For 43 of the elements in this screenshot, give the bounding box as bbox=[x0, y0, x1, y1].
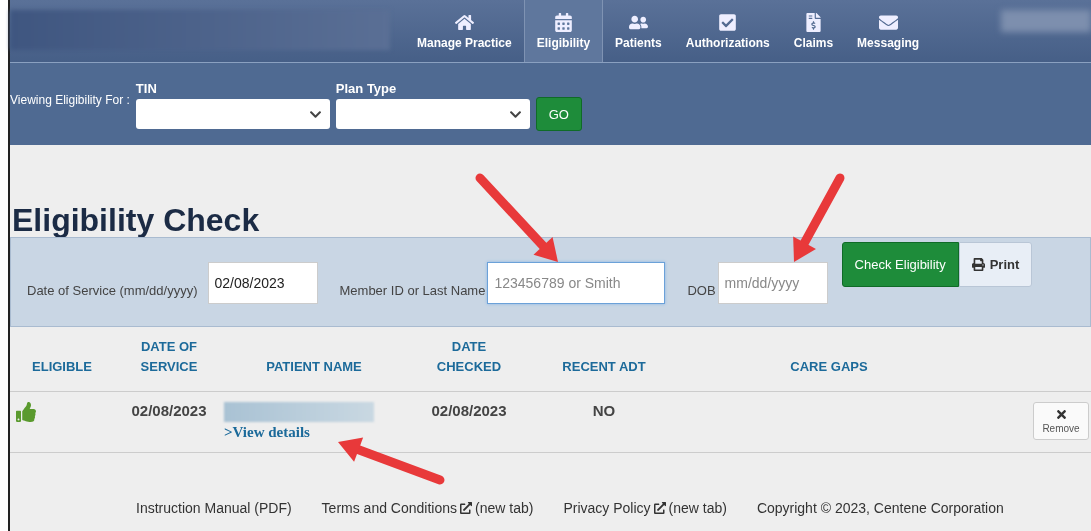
copyright-text: Copyright © 2023, Centene Corporation bbox=[756, 500, 1004, 516]
table-cell-text: 02/08/2023 bbox=[130, 402, 208, 419]
print-button[interactable]: Print bbox=[958, 242, 1033, 287]
column-header: DATE CHECKED bbox=[435, 338, 503, 376]
footer-link[interactable]: Terms and Conditions (new tab) bbox=[321, 500, 534, 516]
column-header: DATE OF SERVICE bbox=[139, 338, 199, 376]
envelope-icon bbox=[878, 12, 898, 32]
member-field[interactable]: 123456789 or Smith bbox=[487, 262, 666, 304]
table-cell-text: 02/08/2023 bbox=[430, 402, 508, 419]
footer-link[interactable]: Instruction Manual (PDF) bbox=[136, 500, 292, 516]
field-label: Member ID or Last Name bbox=[339, 283, 486, 298]
checkbox-icon bbox=[718, 12, 738, 32]
field-label: Date of Service (mm/dd/yyyy) bbox=[27, 283, 198, 298]
column-header: PATIENT NAME bbox=[265, 358, 363, 376]
footer-link[interactable]: Privacy Policy (new tab) bbox=[563, 500, 727, 516]
date-field[interactable]: 02/08/2023 bbox=[207, 262, 318, 304]
field-label: Plan Type bbox=[335, 81, 398, 96]
nav-item[interactable]: Authorizations bbox=[673, 0, 782, 62]
table-cell-text: NO bbox=[591, 402, 617, 419]
go-button[interactable]: GO bbox=[535, 97, 582, 131]
nav-item[interactable]: Messaging bbox=[845, 0, 932, 62]
check-eligibility-button[interactable]: Check Eligibility bbox=[841, 242, 959, 287]
column-header: CARE GAPS bbox=[789, 358, 869, 376]
nav-item[interactable]: Claims bbox=[781, 0, 846, 62]
home-icon bbox=[454, 12, 474, 32]
column-header: ELIGIBLE bbox=[31, 358, 93, 376]
filter-label: Viewing Eligibility For : bbox=[10, 93, 130, 107]
field-label: DOB bbox=[687, 283, 716, 298]
column-header: RECENT ADT bbox=[561, 358, 647, 376]
nav-item[interactable]: Eligibility bbox=[523, 0, 604, 62]
remove-button[interactable]: Remove bbox=[1033, 402, 1089, 440]
dropdown-field[interactable] bbox=[335, 99, 530, 129]
close-icon bbox=[1054, 408, 1068, 421]
nav-item[interactable]: Manage Practice bbox=[405, 0, 524, 62]
dob-field[interactable]: mm/dd/yyyy bbox=[717, 262, 828, 304]
view-details-link[interactable]: >View details bbox=[224, 424, 404, 441]
invoice-icon bbox=[803, 12, 823, 32]
nav-item[interactable]: Patients bbox=[603, 0, 674, 62]
print-icon bbox=[971, 258, 985, 271]
field-label: TIN bbox=[135, 81, 158, 96]
calendar-icon bbox=[553, 12, 573, 32]
dropdown-field[interactable] bbox=[135, 99, 330, 129]
page-title: Eligibility Check bbox=[12, 203, 261, 237]
